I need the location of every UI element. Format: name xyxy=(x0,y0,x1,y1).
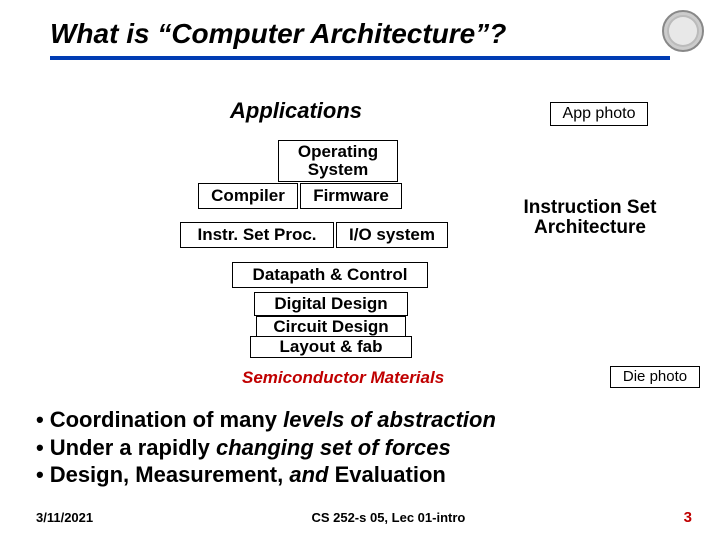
box-circuit-design: Circuit Design xyxy=(256,316,406,338)
footer-course: CS 252-s 05, Lec 01-intro xyxy=(93,510,684,525)
bullet-list: • Coordination of many levels of abstrac… xyxy=(36,406,496,489)
footer-page-number: 3 xyxy=(684,509,692,526)
bullet-1: • Coordination of many levels of abstrac… xyxy=(36,406,496,434)
bullet-2: • Under a rapidly changing set of forces xyxy=(36,434,496,462)
applications-label: Applications xyxy=(230,98,362,124)
box-instr-set-proc: Instr. Set Proc. xyxy=(180,222,334,248)
bullet-3: • Design, Measurement, and Evaluation xyxy=(36,461,496,489)
university-seal-icon xyxy=(662,10,704,52)
title-underline xyxy=(50,56,670,60)
box-layout-fab: Layout & fab xyxy=(250,336,412,358)
die-photo-box: Die photo xyxy=(610,366,700,388)
box-io-system: I/O system xyxy=(336,222,448,248)
isa-label: Instruction Set Architecture xyxy=(510,198,670,238)
box-compiler: Compiler xyxy=(198,183,298,209)
slide-title: What is “Computer Architecture”? xyxy=(50,18,720,50)
semiconductor-materials-label: Semiconductor Materials xyxy=(242,368,444,388)
box-firmware: Firmware xyxy=(300,183,402,209)
footer-date: 3/11/2021 xyxy=(36,510,93,525)
box-datapath-control: Datapath & Control xyxy=(232,262,428,288)
app-photo-box: App photo xyxy=(550,102,648,126)
footer: 3/11/2021 CS 252-s 05, Lec 01-intro 3 xyxy=(0,509,720,526)
box-operating-system: Operating System xyxy=(278,140,398,182)
layer-diagram: Applications App photo Operating System … xyxy=(0,90,720,400)
box-digital-design: Digital Design xyxy=(254,292,408,316)
